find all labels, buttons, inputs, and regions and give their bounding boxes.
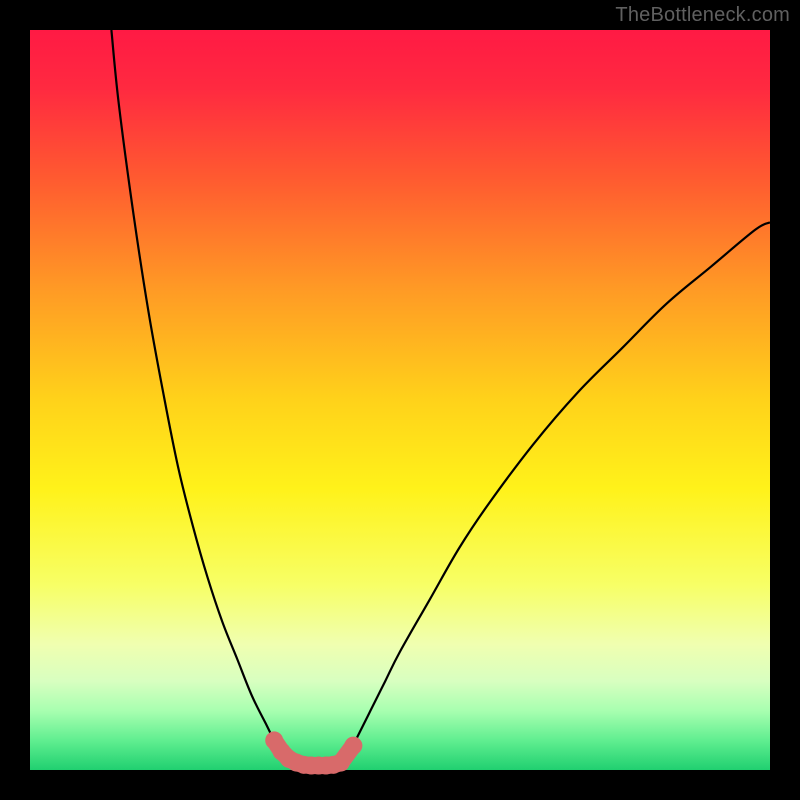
plot-background bbox=[30, 30, 770, 770]
watermark-text: TheBottleneck.com bbox=[615, 4, 790, 27]
marker-dot bbox=[344, 737, 362, 755]
marker-dot bbox=[332, 754, 350, 772]
chart-container: TheBottleneck.com bbox=[0, 0, 800, 800]
bottleneck-curve-plot bbox=[0, 0, 800, 800]
